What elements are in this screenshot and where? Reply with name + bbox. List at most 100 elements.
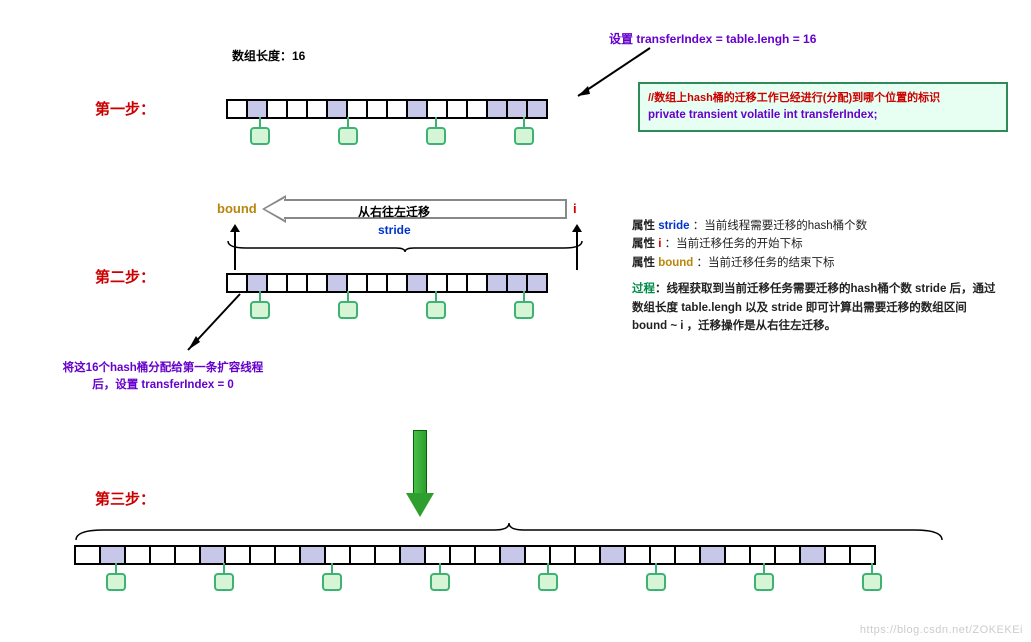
hash-cell — [328, 101, 348, 117]
down-arrow-icon — [406, 430, 434, 518]
hash-cell — [368, 275, 388, 291]
hash-cell — [151, 547, 176, 563]
bucket-node — [426, 127, 446, 145]
hash-cell — [428, 275, 448, 291]
hash-cell — [448, 101, 468, 117]
bucket-stem — [435, 117, 437, 127]
hash-cell — [228, 101, 248, 117]
hash-cell — [488, 275, 508, 291]
code-declaration: private transient volatile int transferI… — [648, 107, 998, 124]
bucket-node — [514, 301, 534, 319]
array-length-label: 数组长度：16 — [232, 47, 305, 64]
hash-cell — [228, 275, 248, 291]
hash-cell — [201, 547, 226, 563]
hash-cell — [726, 547, 751, 563]
bucket-node — [426, 301, 446, 319]
hash-cell — [488, 101, 508, 117]
bucket-stem — [347, 291, 349, 301]
hash-cell — [676, 547, 701, 563]
i-arrow-head — [572, 224, 582, 232]
bucket-node — [646, 573, 666, 591]
hash-cell — [468, 101, 488, 117]
bucket-node — [862, 573, 882, 591]
bucket-node — [514, 127, 534, 145]
hash-cell — [328, 275, 348, 291]
hash-cell — [288, 101, 308, 117]
set-transfer-index-text: 设置 transferIndex = table.lengh = 16 — [609, 30, 816, 47]
hash-cell — [448, 275, 468, 291]
hash-cell — [326, 547, 351, 563]
hash-cell — [508, 275, 528, 291]
bucket-stem — [115, 563, 117, 573]
step3-hash-table — [74, 545, 876, 565]
hash-cell — [76, 547, 101, 563]
hash-cell — [248, 275, 268, 291]
arrow-to-split-text — [180, 292, 260, 362]
hash-cell — [308, 275, 328, 291]
bucket-stem — [547, 563, 549, 573]
hash-cell — [651, 547, 676, 563]
code-box: //数组上hash桶的迁移工作已经进行(分配)到哪个位置的标识 private … — [638, 82, 1008, 132]
bucket-node — [106, 573, 126, 591]
bucket-node — [538, 573, 558, 591]
hash-cell — [226, 547, 251, 563]
hash-cell — [751, 547, 776, 563]
i-label: i — [573, 201, 577, 216]
hash-cell — [408, 101, 428, 117]
bucket-node — [214, 573, 234, 591]
step3-label: 第三步： — [95, 488, 155, 509]
hash-cell — [451, 547, 476, 563]
hash-cell — [528, 101, 548, 117]
hash-cell — [551, 547, 576, 563]
hash-cell — [351, 547, 376, 563]
hash-cell — [851, 547, 876, 563]
step1-hash-table — [226, 99, 548, 119]
hash-cell — [401, 547, 426, 563]
hash-cell — [276, 547, 301, 563]
hash-cell — [428, 101, 448, 117]
bucket-stem — [347, 117, 349, 127]
code-comment: //数组上hash桶的迁移工作已经进行(分配)到哪个位置的标识 — [648, 90, 998, 107]
hash-cell — [408, 275, 428, 291]
hash-cell — [176, 547, 201, 563]
bucket-stem — [435, 291, 437, 301]
hash-cell — [476, 547, 501, 563]
hash-cell — [126, 547, 151, 563]
bucket-stem — [331, 563, 333, 573]
hash-cell — [251, 547, 276, 563]
hash-cell — [348, 275, 368, 291]
bound-arrow-head — [230, 224, 240, 232]
step3-brace — [74, 522, 944, 542]
step1-label: 第一步： — [95, 98, 155, 119]
migrate-direction-label: 从右往左迁移 — [358, 203, 430, 220]
stride-label: stride — [378, 223, 411, 237]
hash-cell — [776, 547, 801, 563]
hash-cell — [348, 101, 368, 117]
bucket-stem — [655, 563, 657, 573]
hash-cell — [526, 547, 551, 563]
bucket-node — [338, 127, 358, 145]
bucket-node — [338, 301, 358, 319]
bucket-stem — [523, 291, 525, 301]
hash-cell — [601, 547, 626, 563]
hash-cell — [501, 547, 526, 563]
bound-label: bound — [217, 201, 257, 216]
hash-cell — [101, 547, 126, 563]
hash-cell — [468, 275, 488, 291]
step2-description: 属性 stride ：当前线程需要迁移的hash桶个数 属性 i ：当前迁移任务… — [632, 217, 1002, 335]
bucket-node — [754, 573, 774, 591]
bucket-stem — [763, 563, 765, 573]
bucket-stem — [259, 117, 261, 127]
bucket-stem — [439, 563, 441, 573]
step2-label: 第二步： — [95, 266, 155, 287]
bucket-stem — [523, 117, 525, 127]
hash-cell — [388, 101, 408, 117]
hash-cell — [376, 547, 401, 563]
hash-cell — [388, 275, 408, 291]
stride-brace — [226, 240, 584, 252]
hash-cell — [426, 547, 451, 563]
hash-cell — [826, 547, 851, 563]
bucket-stem — [871, 563, 873, 573]
hash-cell — [626, 547, 651, 563]
hash-cell — [576, 547, 601, 563]
